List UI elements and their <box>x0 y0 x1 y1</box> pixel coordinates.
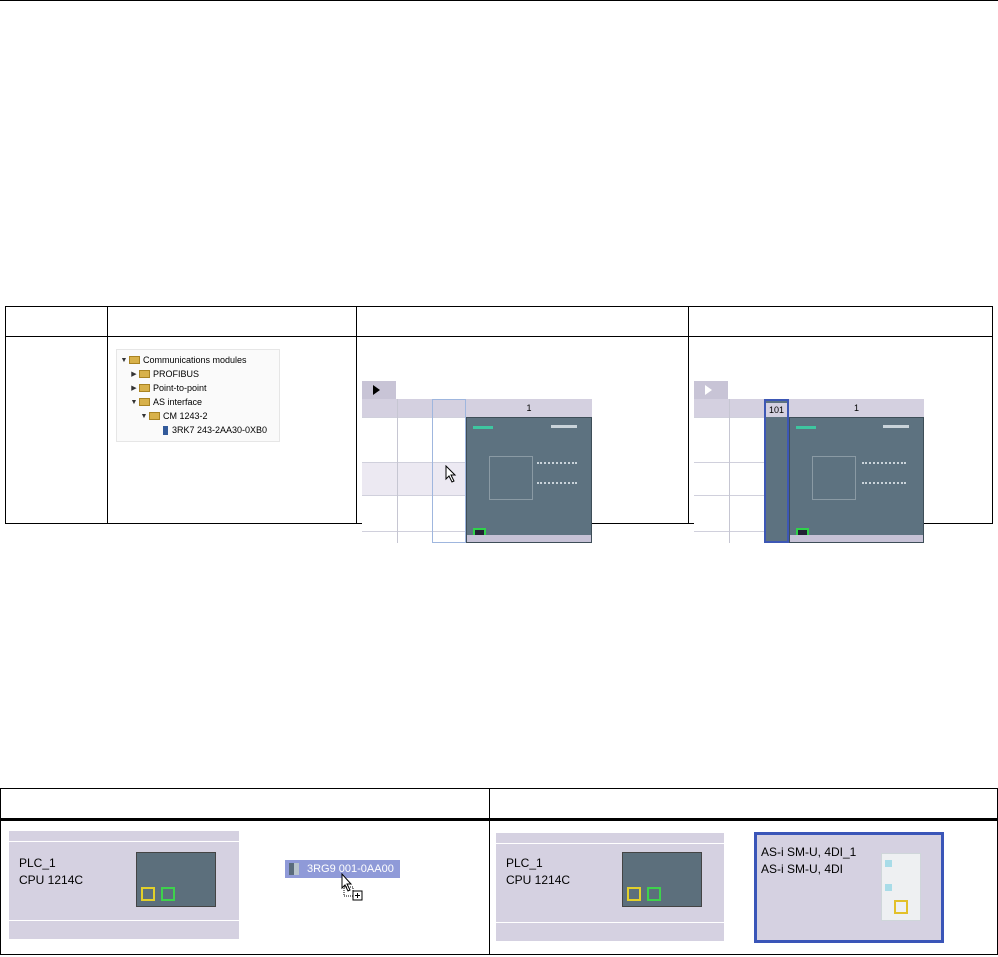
rack-after-cell: 101 1 <box>688 336 993 543</box>
tree-item-communications-modules[interactable]: ▼ Communications modules <box>117 353 279 367</box>
cpu-type: CPU 1214C <box>19 873 84 887</box>
grid-line <box>496 922 724 923</box>
table-header-cell <box>356 306 689 337</box>
page-top-rule <box>0 0 998 1</box>
tree-item-label: AS interface <box>153 397 203 407</box>
table-header-cell <box>0 788 490 821</box>
table-header-cell <box>489 788 998 821</box>
plc-device-icon[interactable] <box>136 852 216 907</box>
table-header-row <box>0 788 998 821</box>
network-after-cell: PLC_1 CPU 1214C AS-i SM-U, 4DI_1 AS-i SM… <box>489 819 998 955</box>
rack-column-line <box>397 399 398 543</box>
tree-item-point-to-point[interactable]: ▶ Point-to-point <box>117 381 279 395</box>
rack-before-cell: 1 <box>356 336 689 543</box>
expand-down-icon[interactable]: ▼ <box>119 357 129 364</box>
hardware-catalog-tree: ▼ Communications modules ▶ PROFIBUS ▶ Po… <box>116 349 280 442</box>
grid-line <box>9 920 239 921</box>
module-icon <box>289 863 299 875</box>
cm-1243-2-module[interactable]: 101 <box>764 399 789 543</box>
tree-item-label: 3RK7 243-2AA30-0XB0 <box>172 425 268 435</box>
mouse-pointer-icon <box>445 465 457 483</box>
slot-number: 1 <box>526 403 532 413</box>
tree-item-cm-1243-2[interactable]: ▼ CM 1243-2 <box>117 409 279 423</box>
insert-cm-table: ▼ Communications modules ▶ PROFIBUS ▶ Po… <box>5 306 993 543</box>
plc-device-icon[interactable] <box>622 852 702 907</box>
table-header-cell <box>5 306 108 337</box>
network-view-after: PLC_1 CPU 1214C <box>496 833 724 941</box>
io-terminals <box>537 482 577 486</box>
table-header-cell <box>688 306 993 337</box>
asi-device-name: AS-i SM-U, 4DI_1 <box>761 845 857 859</box>
table-cell-empty <box>5 336 108 524</box>
tree-item-profibus[interactable]: ▶ PROFIBUS <box>117 367 279 381</box>
device-rack-before: 1 <box>362 381 592 543</box>
rack-toolbar <box>694 381 728 399</box>
tree-item-label: Point-to-point <box>153 383 207 393</box>
rack-bottom-bar <box>790 535 923 542</box>
grid-line <box>9 841 239 842</box>
cpu-nameplate <box>883 425 909 428</box>
expand-down-icon[interactable]: ▼ <box>139 413 149 420</box>
port-yellow-icon <box>141 887 155 901</box>
catalog-cell: ▼ Communications modules ▶ PROFIBUS ▶ Po… <box>107 336 357 524</box>
plc-name: PLC_1 <box>19 856 56 870</box>
grid-line <box>496 843 724 844</box>
module-icon <box>163 425 168 435</box>
tree-item-label: CM 1243-2 <box>163 411 208 421</box>
siemens-logo <box>473 426 493 429</box>
folder-icon <box>139 384 150 392</box>
tree-item-label: Communications modules <box>143 355 247 365</box>
play-arrow-icon[interactable] <box>705 385 712 395</box>
cpu-display-area <box>489 456 533 500</box>
expand-right-icon[interactable]: ▶ <box>129 384 139 392</box>
tree-item-as-interface[interactable]: ▼ AS interface <box>117 395 279 409</box>
cpu-display-area <box>812 456 856 500</box>
table-row: ▼ Communications modules ▶ PROFIBUS ▶ Po… <box>5 336 993 543</box>
tree-item-label: PROFIBUS <box>153 369 200 379</box>
rack-toolbar <box>362 381 396 399</box>
play-arrow-icon[interactable] <box>373 385 380 395</box>
network-view-before: PLC_1 CPU 1214C <box>9 831 239 939</box>
table-row: PLC_1 CPU 1214C 3RG9 001-0AA00 PLC_1 CPU… <box>0 819 998 955</box>
port-green-icon <box>161 887 175 901</box>
port-yellow-icon <box>894 900 908 914</box>
table-header-row <box>5 306 993 337</box>
led-icon <box>885 860 892 867</box>
siemens-logo <box>796 426 816 429</box>
rack-column-line <box>729 399 730 543</box>
folder-icon <box>149 412 160 420</box>
cpu-type: CPU 1214C <box>506 873 571 887</box>
rack-bottom-bar <box>467 535 591 542</box>
io-terminals <box>862 462 906 466</box>
insert-asi-table: PLC_1 CPU 1214C 3RG9 001-0AA00 PLC_1 CPU… <box>0 788 998 955</box>
cpu-nameplate <box>551 425 577 428</box>
cpu-module[interactable] <box>789 417 924 543</box>
slot-number: 101 <box>766 403 787 417</box>
network-before-cell: PLC_1 CPU 1214C 3RG9 001-0AA00 <box>0 819 490 955</box>
asi-slave-device[interactable]: AS-i SM-U, 4DI_1 AS-i SM-U, 4DI <box>754 832 944 943</box>
folder-icon <box>139 398 150 406</box>
cpu-module[interactable] <box>466 417 592 543</box>
port-yellow-icon <box>627 887 641 901</box>
asi-device-type: AS-i SM-U, 4DI <box>761 862 844 876</box>
port-green-icon <box>647 887 661 901</box>
drag-add-cursor-icon <box>341 873 363 901</box>
folder-icon <box>139 370 150 378</box>
table-header-cell <box>107 306 357 337</box>
led-icon <box>885 884 892 891</box>
tree-item-3rk7-module[interactable]: 3RK7 243-2AA30-0XB0 <box>117 423 279 437</box>
slot-number: 1 <box>853 403 859 413</box>
plc-name: PLC_1 <box>506 856 543 870</box>
io-terminals <box>862 482 906 486</box>
io-terminals <box>537 462 577 466</box>
expand-down-icon[interactable]: ▼ <box>129 399 139 406</box>
folder-icon <box>129 356 140 364</box>
asi-module-icon <box>881 853 921 921</box>
expand-right-icon[interactable]: ▶ <box>129 370 139 378</box>
device-rack-after: 101 1 <box>694 381 924 543</box>
